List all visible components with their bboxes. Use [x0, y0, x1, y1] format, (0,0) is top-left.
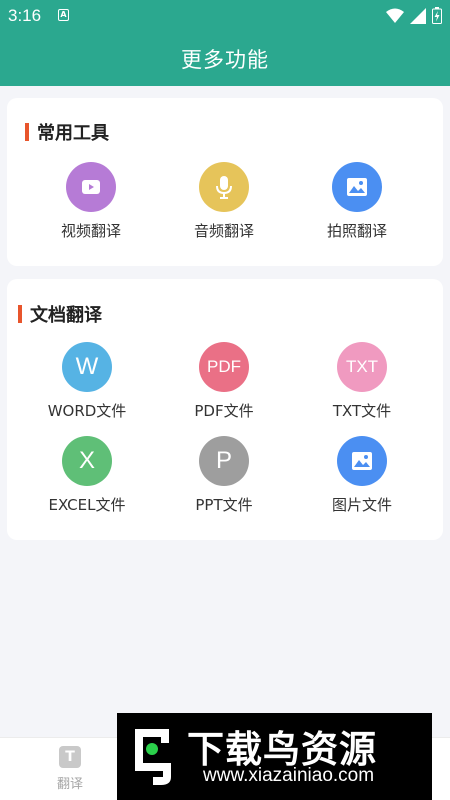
- section-accent-bar: [25, 123, 29, 141]
- ppt-glyph: P: [215, 447, 232, 474]
- item-label: EXCEL文件: [48, 496, 126, 514]
- word-glyph: W: [75, 353, 99, 380]
- excel-icon: X: [62, 436, 112, 486]
- app-bar: 3:16 A 更多功能: [0, 0, 450, 86]
- excel-file-button[interactable]: X EXCEL文件: [27, 436, 147, 515]
- pdf-file-button[interactable]: PDF PDF文件: [164, 342, 284, 421]
- section-title: 常用工具: [37, 123, 109, 144]
- section-header: 文档翻译: [18, 301, 102, 327]
- status-bar: 3:16 A: [0, 0, 450, 30]
- image-icon: [332, 162, 382, 212]
- excel-glyph: X: [78, 447, 95, 474]
- item-label: 图片文件: [331, 496, 392, 514]
- image-file-button[interactable]: 图片文件: [302, 436, 422, 515]
- ppt-file-button[interactable]: P PPT文件: [164, 436, 284, 515]
- item-label: 拍照翻译: [326, 222, 387, 240]
- word-file-button[interactable]: W WORD文件: [27, 342, 147, 421]
- item-label: 音频翻译: [193, 222, 254, 240]
- battery-icon: [432, 7, 442, 24]
- pdf-glyph: PDF: [207, 357, 241, 376]
- item-label: WORD文件: [47, 402, 127, 420]
- tab-label: 翻译: [56, 777, 83, 792]
- common-tools-card: 常用工具 视频翻译 音频翻译 拍照翻译: [7, 98, 443, 266]
- section-accent-bar: [18, 305, 22, 323]
- video-translate-button[interactable]: 视频翻译: [31, 162, 151, 241]
- page-title: 更多功能: [181, 48, 269, 72]
- txt-glyph: TXT: [345, 357, 379, 376]
- status-time: 3:16: [8, 6, 42, 25]
- word-icon: W: [62, 342, 112, 392]
- item-label: PDF文件: [194, 402, 254, 420]
- microphone-icon: [199, 162, 249, 212]
- tab-translate[interactable]: T 翻译: [40, 746, 100, 792]
- signal-icon: [410, 7, 426, 24]
- wifi-icon: [386, 8, 404, 23]
- item-label: TXT文件: [332, 402, 392, 420]
- system-icons: [386, 7, 442, 24]
- watermark-banner: 下载鸟资源 www.xiazainiao.com: [117, 713, 432, 800]
- photo-translate-button[interactable]: 拍照翻译: [297, 162, 417, 241]
- item-label: PPT文件: [195, 496, 253, 514]
- image-icon: [337, 436, 387, 486]
- txt-file-button[interactable]: TXT TXT文件: [302, 342, 422, 421]
- watermark-url: www.xiazainiao.com: [203, 765, 375, 786]
- translate-icon: T: [59, 746, 81, 768]
- section-header: 常用工具: [25, 119, 109, 145]
- audio-translate-button[interactable]: 音频翻译: [164, 162, 284, 241]
- txt-icon: TXT: [337, 342, 387, 392]
- pdf-icon: PDF: [199, 342, 249, 392]
- document-translate-card: 文档翻译 W WORD文件 PDF PDF文件 TXT TXT文件 X EXCE…: [7, 279, 443, 540]
- sim-card-icon: A: [58, 9, 69, 21]
- section-title: 文档翻译: [30, 305, 102, 326]
- bird-logo-icon: [135, 729, 171, 785]
- item-label: 视频翻译: [60, 222, 121, 240]
- video-icon: [66, 162, 116, 212]
- ppt-icon: P: [199, 436, 249, 486]
